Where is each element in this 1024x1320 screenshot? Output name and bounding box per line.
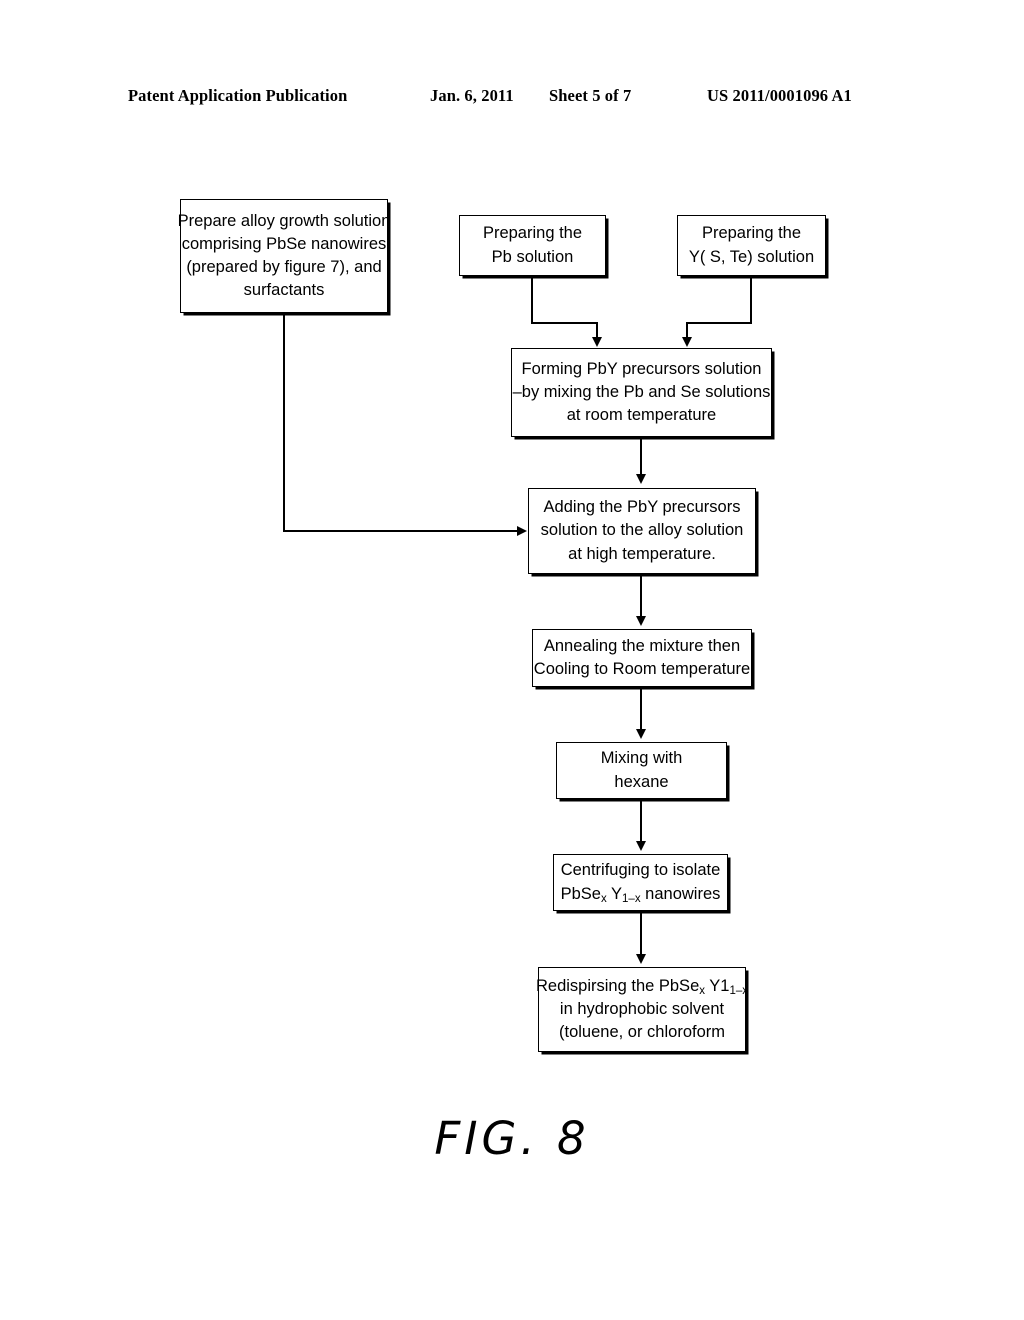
arrowhead-annealing-to-mixing	[635, 729, 646, 739]
node-annealing-and-cooling: Annealing the mixture then Cooling to Ro…	[532, 629, 752, 687]
node-preparing-y-solution: Preparing the Y( S, Te) solution	[677, 215, 826, 276]
node-line: Cooling to Room temperature	[533, 660, 751, 678]
formula-base-b: Y	[606, 884, 623, 903]
node-line: (prepared by figure 7), and	[186, 258, 382, 276]
edge-pb-to-forming-segment-down	[531, 276, 533, 323]
arrowhead-adding-to-annealing	[635, 616, 646, 626]
node-line: surfactants	[243, 281, 325, 300]
formula-base-a: Redispirsing the PbSe	[535, 976, 700, 995]
node-line: at room temperature	[566, 406, 717, 425]
formula-base-a: PbSe	[560, 884, 601, 903]
edge-adding-to-annealing	[640, 574, 642, 617]
node-line: Y( S, Te) solution	[688, 247, 815, 266]
node-line-formula: PbSex Y1–x nanowires	[561, 883, 721, 906]
header-publication-date: Jan. 6, 2011	[430, 86, 514, 105]
formula-base-b: Y1	[705, 976, 730, 995]
formula-tail: nanowires	[640, 884, 721, 903]
header-sheet-number: Sheet 5 of 7	[549, 86, 632, 105]
node-line: Mixing with	[600, 749, 683, 768]
node-line: Annealing the mixture then	[543, 636, 741, 655]
node-line: Adding the PbY precursors	[543, 498, 741, 517]
arrowhead-pb-to-forming	[591, 337, 602, 347]
edge-annealing-to-mixing	[640, 687, 642, 730]
node-line: comprising PbSe nanowires	[181, 234, 387, 253]
node-line: Centrifuging to isolate	[560, 861, 721, 880]
edge-pb-to-forming-segment-drop	[596, 322, 598, 338]
node-line: hexane	[614, 772, 669, 791]
patent-figure-page: Patent Application Publication Jan. 6, 2…	[0, 0, 1024, 1320]
node-line: at high temperature.	[568, 544, 716, 563]
header-publication-title: Patent Application Publication	[128, 86, 348, 105]
formula-sub-b: 1–x	[729, 985, 749, 998]
node-line: in hydrophobic solvent	[559, 999, 725, 1018]
header-patent-number: US 2011/0001096 A1	[707, 86, 852, 105]
node-centrifuging-to-isolate: Centrifuging to isolate PbSex Y1–x nanow…	[553, 854, 728, 911]
node-prepare-alloy-growth-solution: Prepare alloy growth solution comprising…	[177, 199, 391, 313]
arrowhead-centrifuging-to-redispirsing	[635, 954, 646, 964]
publication-header: Patent Application Publication Jan. 6, 2…	[0, 86, 1024, 116]
node-adding-pby-precursors: Adding the PbY precursors solution to th…	[528, 488, 756, 574]
arrowhead-forming-to-adding	[635, 474, 646, 484]
edge-forming-to-adding	[640, 437, 642, 475]
node-line: –by mixing the Pb and Se solutions	[512, 382, 771, 401]
node-line: solution to the alloy solution	[540, 521, 744, 540]
edge-alloy-to-adding-segment-down	[283, 313, 285, 532]
node-line: (toluene, or chloroform	[559, 1023, 725, 1042]
node-line-formula: Redispirsing the PbSex Y11–x	[536, 975, 748, 998]
edge-alloy-to-adding-segment-across	[283, 530, 518, 532]
node-line: Preparing the	[701, 224, 802, 243]
node-line: Pb solution	[491, 247, 574, 266]
node-line: Prepare alloy growth solution	[177, 211, 391, 230]
edge-y-to-forming-segment-across	[686, 322, 752, 324]
edge-y-to-forming-segment-down	[750, 276, 752, 323]
node-redispirsing-nanowires: Redispirsing the PbSex Y11–x in hydropho…	[536, 967, 748, 1052]
edge-y-to-forming-segment-drop	[686, 322, 688, 338]
arrowhead-y-to-forming	[681, 337, 692, 347]
node-forming-pby-precursors-solution: Forming PbY precursors solution –by mixi…	[511, 348, 772, 437]
node-preparing-pb-solution: Preparing the Pb solution	[459, 215, 606, 276]
edge-pb-to-forming-segment-across	[531, 322, 597, 324]
edge-centrifuging-to-redispirsing	[640, 911, 642, 955]
node-line: Forming PbY precursors solution	[521, 359, 762, 378]
node-line: Preparing the	[482, 224, 583, 243]
arrowhead-mixing-to-centrifuging	[635, 841, 646, 851]
formula-sub-b: 1–x	[622, 892, 641, 905]
node-mixing-with-hexane: Mixing with hexane	[556, 742, 727, 799]
arrowhead-alloy-to-adding	[517, 526, 527, 536]
figure-caption: FIG. 8	[434, 1112, 590, 1165]
edge-mixing-to-centrifuging	[640, 799, 642, 842]
